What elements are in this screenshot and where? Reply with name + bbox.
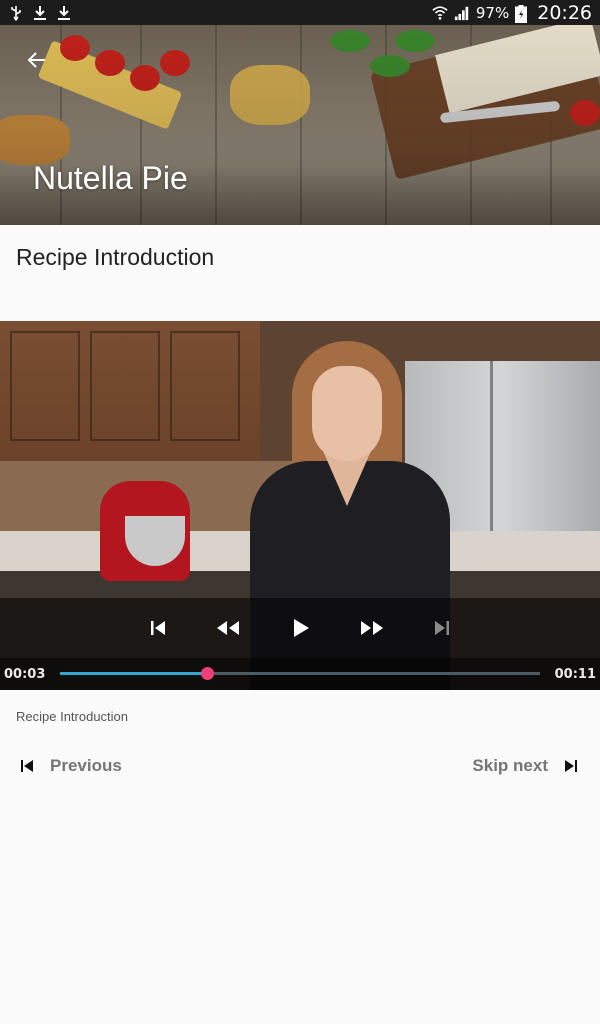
skip-previous-button[interactable] [143,613,173,643]
step-description: Recipe Introduction [16,709,129,724]
seek-bar[interactable] [60,667,540,680]
skip-next-icon [562,757,580,775]
rewind-icon [215,619,241,637]
fast-forward-button[interactable] [357,613,387,643]
skip-next-step-button[interactable]: Skip next [472,756,580,776]
video-player[interactable]: 00:03 00:11 [0,321,600,690]
skip-next-icon [433,619,451,637]
back-button[interactable] [22,45,52,75]
wifi-icon [432,5,448,21]
previous-label: Previous [50,756,122,775]
skip-previous-icon [18,757,36,775]
previous-step-button[interactable]: Previous [18,756,122,776]
skip-next-button[interactable] [427,613,457,643]
seek-bar-thumb[interactable] [200,667,214,680]
download-icon [32,5,48,21]
duration-time: 00:11 [554,667,596,682]
play-icon [292,618,310,638]
battery-icon [515,4,531,23]
recipe-step-screen: 97% 20:26 Nutella Pie Recipe Introductio… [0,0,600,1024]
step-title: Recipe Introduction [16,244,215,270]
seek-bar-progress [60,672,207,675]
skip-previous-icon [149,619,167,637]
usb-icon [8,5,24,21]
battery-percent: 97% [475,3,510,22]
signal-icon [454,5,470,21]
play-button[interactable] [286,613,316,643]
skip-next-label: Skip next [472,756,548,775]
status-bar: 97% 20:26 [0,0,600,25]
fast-forward-icon [359,619,385,637]
recipe-header-image: Nutella Pie [0,25,600,225]
download-icon [56,5,72,21]
current-time: 00:03 [4,667,46,682]
status-time: 20:26 [537,1,592,24]
page-title: Nutella Pie [33,160,188,196]
arrow-left-icon [27,50,47,70]
rewind-button[interactable] [213,613,243,643]
